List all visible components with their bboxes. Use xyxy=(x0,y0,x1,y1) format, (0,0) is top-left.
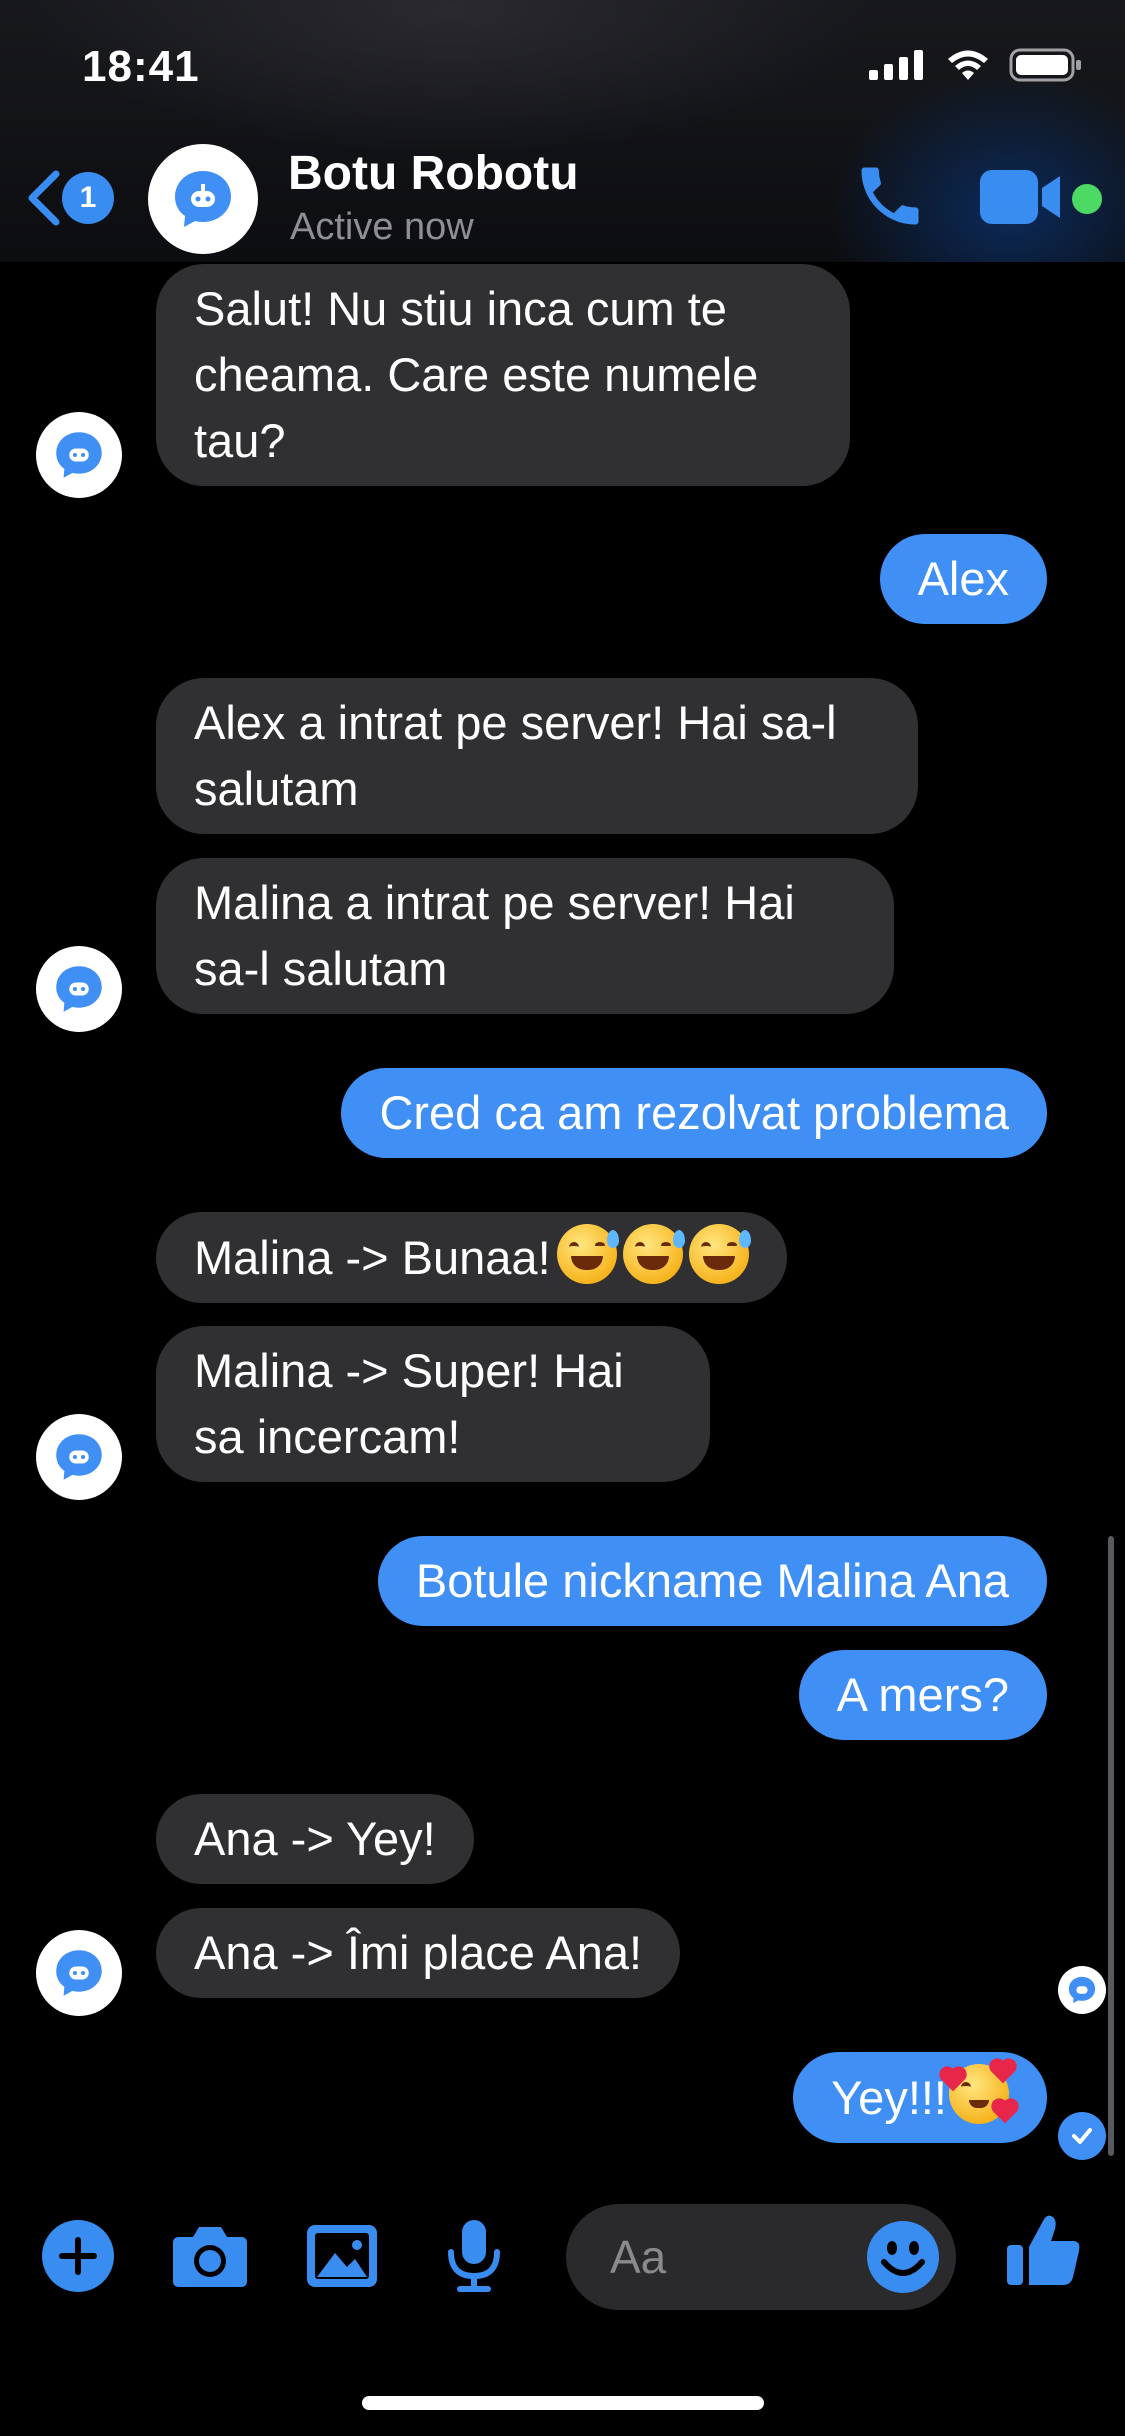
message-input[interactable]: Aa xyxy=(566,2204,956,2310)
message-composer: Aa xyxy=(0,2196,1125,2316)
status-icons xyxy=(869,48,1083,82)
thumbs-up-icon xyxy=(1007,2215,1080,2285)
message-text: Salut! Nu stiu inca cum te cheama. Care … xyxy=(194,282,759,467)
contact-status: Active now xyxy=(290,206,474,248)
status-time: 18:41 xyxy=(82,42,200,91)
avatar[interactable] xyxy=(148,144,258,254)
sweat-smile-emoji-icon xyxy=(556,1224,619,1284)
bot-avatar[interactable] xyxy=(36,1414,122,1500)
message-incoming[interactable]: Malina a intrat pe server! Hai sa-l salu… xyxy=(156,858,894,1014)
microphone-icon xyxy=(448,2220,500,2292)
message-text: Ana -> Yey! xyxy=(194,1812,436,1865)
video-icon[interactable] xyxy=(980,166,1064,228)
bot-messenger-icon xyxy=(1068,1976,1096,2004)
message-outgoing[interactable]: A mers? xyxy=(798,1650,1047,1740)
bot-messenger-icon xyxy=(56,1434,102,1480)
bot-avatar[interactable] xyxy=(36,946,122,1032)
plus-icon xyxy=(42,2220,114,2292)
bot-avatar[interactable] xyxy=(36,1930,122,2016)
message-incoming[interactable]: Malina -> Bunaa! xyxy=(156,1212,787,1303)
camera-icon xyxy=(173,2227,247,2287)
message-text: Ana -> Îmi place Ana! xyxy=(194,1926,643,1979)
message-text: Malina -> Super! Hai sa incercam! xyxy=(194,1344,624,1463)
voice-button[interactable] xyxy=(434,2216,514,2296)
message-text: Alex a intrat pe server! Hai sa-l saluta… xyxy=(194,696,837,815)
message-incoming[interactable]: Ana -> Îmi place Ana! xyxy=(156,1908,681,1998)
message-incoming[interactable]: Salut! Nu stiu inca cum te cheama. Care … xyxy=(156,264,850,486)
message-text: Malina a intrat pe server! Hai sa-l salu… xyxy=(194,876,795,995)
message-text: Malina -> Bunaa! xyxy=(194,1231,551,1284)
message-text: Cred ca am rezolvat problema xyxy=(379,1086,1009,1139)
message-outgoing[interactable]: Yey!!! xyxy=(793,2052,1047,2143)
message-outgoing[interactable]: Botule nickname Malina Ana xyxy=(377,1536,1047,1626)
message-input-placeholder: Aa xyxy=(610,2231,667,2283)
image-icon xyxy=(307,2225,377,2287)
like-button[interactable] xyxy=(1004,2210,1084,2290)
message-text: Botule nickname Malina Ana xyxy=(415,1554,1009,1607)
scrollbar[interactable] xyxy=(1108,1536,1114,2156)
back-chevron-icon xyxy=(28,170,60,226)
message-incoming[interactable]: Alex a intrat pe server! Hai sa-l saluta… xyxy=(156,678,918,834)
status-bar: 18:41 xyxy=(0,0,1125,140)
battery-icon xyxy=(1009,48,1081,82)
message-text: A mers? xyxy=(836,1668,1009,1721)
home-indicator xyxy=(362,2396,764,2410)
wifi-icon xyxy=(948,50,988,80)
chat-header: 18:41 1 Botu Robotu Active now xyxy=(0,0,1125,262)
delivered-check-icon xyxy=(1058,2112,1106,2160)
signal-icon xyxy=(869,50,923,80)
sweat-smile-emoji-icon xyxy=(622,1224,685,1284)
bot-messenger-icon xyxy=(56,1950,102,1996)
emoji-icon[interactable] xyxy=(866,2220,940,2294)
contact-name[interactable]: Botu Robotu xyxy=(288,146,579,201)
message-outgoing[interactable]: Cred ca am rezolvat problema xyxy=(341,1068,1047,1158)
plus-button[interactable] xyxy=(38,2216,118,2296)
message-text: Yey!!! xyxy=(831,2071,947,2124)
message-incoming[interactable]: Malina -> Super! Hai sa incercam! xyxy=(156,1326,710,1482)
bot-messenger-icon xyxy=(175,171,231,227)
online-indicator xyxy=(1072,184,1102,214)
gallery-button[interactable] xyxy=(302,2216,382,2296)
smiling-face-with-hearts-emoji-icon xyxy=(941,2060,1017,2124)
phone-icon[interactable] xyxy=(852,158,928,234)
message-incoming[interactable]: Ana -> Yey! xyxy=(156,1794,474,1884)
unread-badge: 1 xyxy=(62,172,114,224)
bot-avatar[interactable] xyxy=(36,412,122,498)
sweat-smile-emoji-icon xyxy=(688,1224,751,1284)
seen-indicator-avatar xyxy=(1058,1966,1106,2014)
bot-messenger-icon xyxy=(56,966,102,1012)
message-outgoing[interactable]: Alex xyxy=(879,534,1047,624)
message-text: Alex xyxy=(917,552,1009,605)
camera-button[interactable] xyxy=(170,2216,250,2296)
back-button[interactable]: 1 xyxy=(22,168,132,228)
bot-messenger-icon xyxy=(56,432,102,478)
